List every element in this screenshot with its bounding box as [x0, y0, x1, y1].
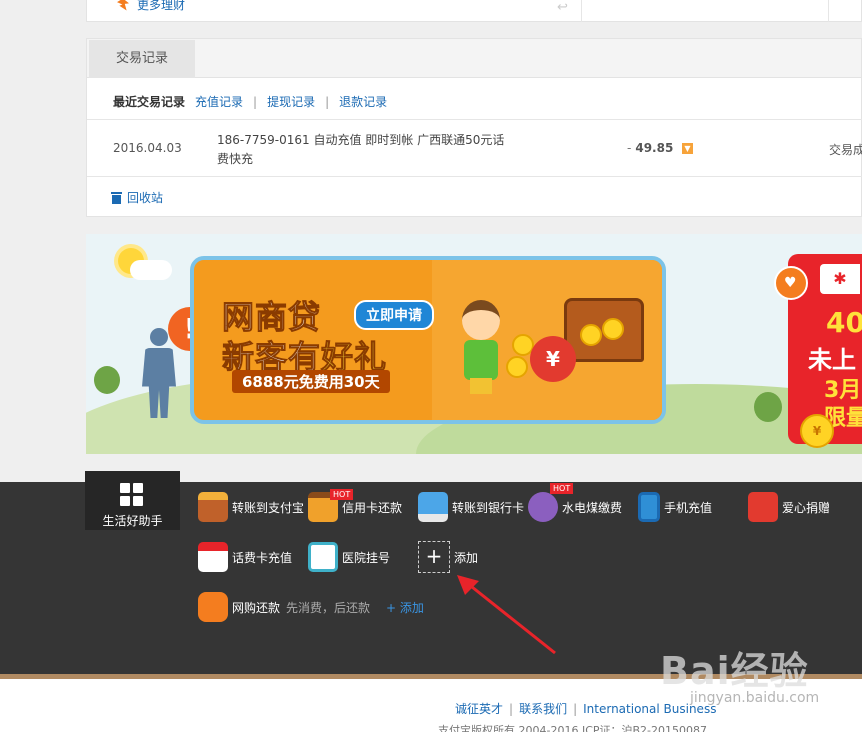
- service-transfer-alipay[interactable]: 转账到支付宝: [198, 492, 304, 522]
- coin-icon: [580, 324, 602, 346]
- service-phone-card[interactable]: 话费卡充值: [198, 542, 292, 572]
- divider: |: [325, 94, 330, 109]
- watermark-url: jingyan.baidu.com: [690, 690, 820, 706]
- service-label: 信用卡还款: [342, 500, 403, 515]
- side-promo-line: 40: [826, 306, 862, 339]
- annotation-arrow-icon: [457, 575, 556, 655]
- filter-recharge[interactable]: 充值记录: [195, 93, 243, 110]
- service-label: 医院挂号: [342, 550, 391, 565]
- add-icon: +: [418, 541, 450, 573]
- shopping-bag-icon: [198, 592, 228, 622]
- person-illustration: [142, 328, 176, 418]
- service-donation[interactable]: 爱心捐赠: [748, 492, 830, 522]
- transfer-alipay-icon: [198, 492, 228, 522]
- side-promo[interactable]: ♥ ✱ 40 未上 3月 限量 ¥: [774, 254, 862, 448]
- transaction-date: 2016.04.03: [113, 141, 182, 155]
- phone-card-icon: [198, 542, 228, 572]
- service-hospital[interactable]: 医院挂号: [308, 542, 390, 572]
- tree-icon: [754, 392, 782, 422]
- service-credit-card[interactable]: HOT 信用卡还款: [308, 489, 403, 522]
- service-label: 爱心捐赠: [782, 500, 831, 515]
- more-finance-label: 更多理财: [137, 0, 186, 12]
- heart-badge-icon: ♥: [774, 266, 808, 300]
- service-mobile-topup[interactable]: 手机充值: [638, 492, 712, 522]
- service-label: 手机充值: [664, 500, 713, 515]
- coin-icon: [602, 318, 624, 340]
- footer-link-contact[interactable]: 联系我们: [519, 702, 567, 716]
- utilities-icon: HOT: [528, 483, 574, 522]
- transaction-filter-bar: 最近交易记录 充值记录 | 提现记录 | 退款记录: [113, 93, 387, 110]
- life-helper-label: 生活好助手: [102, 514, 163, 528]
- hospital-icon: [308, 542, 338, 572]
- tree-icon: [94, 366, 120, 394]
- life-helper-tab[interactable]: 生活好助手: [85, 471, 180, 530]
- money-bag-icon: ¥: [530, 336, 576, 382]
- table-row: 2016.04.03 186-7759-0161 自动充值 即时到帐 广西联通5…: [87, 119, 862, 177]
- promo-offer: 6888元免费用30天: [232, 370, 390, 393]
- mobile-phone-icon: [638, 492, 660, 522]
- tab-transactions[interactable]: 交易记录: [89, 40, 195, 78]
- amount-sign: -: [627, 141, 632, 155]
- divider: [581, 0, 582, 22]
- bank-card-icon: [418, 492, 448, 522]
- baidu-watermark: Bai经验 jingyan.baidu.com: [660, 640, 819, 706]
- side-promo-line: 未上: [808, 346, 856, 374]
- return-icon[interactable]: ↩: [557, 0, 568, 15]
- transaction-amount: -49.85: [627, 141, 673, 155]
- expand-details-icon[interactable]: ▼: [682, 143, 693, 154]
- divider: |: [509, 702, 514, 716]
- donation-heart-icon: [748, 492, 778, 522]
- mascot-body: [464, 340, 498, 380]
- filter-refund[interactable]: 退款记录: [339, 93, 387, 110]
- transactions-card: 交易记录 最近交易记录 充值记录 | 提现记录 | 退款记录 2016.04.0…: [86, 38, 862, 217]
- service-sublabel: 先消费，后还款: [286, 600, 371, 615]
- divider: [828, 0, 829, 22]
- recycle-bin-label: 回收站: [127, 191, 164, 205]
- grid-icon: [120, 483, 144, 507]
- service-label: 网购还款: [232, 600, 281, 615]
- coin-icon: ¥: [800, 414, 834, 448]
- cloud-icon: [130, 260, 172, 280]
- hot-badge: HOT: [330, 489, 354, 500]
- service-label: 转账到银行卡: [452, 500, 525, 515]
- promo-banner[interactable]: ! 网商贷 立即申请 新客有好礼 6888元免费用30天 ¥ ♥ ✱ 40 未上…: [86, 234, 862, 454]
- transaction-description[interactable]: 186-7759-0161 自动充值 即时到帐 广西联通50元话费快充: [217, 131, 507, 169]
- copyright: 支付宝版权所有 2004-2016 ICP证：沪B2-20150087: [438, 724, 708, 732]
- filter-recent[interactable]: 最近交易记录: [113, 93, 185, 110]
- coin-icon: [506, 356, 528, 378]
- amount-value: 49.85: [635, 141, 674, 155]
- service-label: 水电煤缴费: [562, 500, 623, 515]
- service-add[interactable]: + 添加: [418, 541, 478, 573]
- top-card: 更多理财 ↩: [86, 0, 862, 22]
- mascot-head: [462, 300, 500, 340]
- finance-icon: [117, 0, 129, 11]
- divider: |: [573, 702, 578, 716]
- unicom-logo-icon: ✱: [820, 264, 860, 294]
- watermark-logo: Bai经验: [660, 649, 809, 693]
- more-finance-link[interactable]: 更多理财: [117, 0, 185, 13]
- service-transfer-bank[interactable]: 转账到银行卡: [418, 492, 524, 522]
- add-shopping-link[interactable]: + 添加: [386, 599, 424, 616]
- transaction-status: 交易成功: [829, 143, 862, 157]
- loan-promo-panel[interactable]: 网商贷 立即申请 新客有好礼 6888元免费用30天 ¥: [190, 256, 666, 424]
- footer-link-careers[interactable]: 诚征英才: [455, 702, 503, 716]
- filter-withdraw[interactable]: 提现记录: [267, 93, 315, 110]
- hot-badge: HOT: [550, 483, 574, 494]
- recycle-bin-link[interactable]: 回收站: [111, 189, 163, 206]
- divider: |: [253, 94, 258, 109]
- service-label: 转账到支付宝: [232, 500, 305, 515]
- footer-links: 诚征英才 | 联系我们 | International Business: [455, 700, 716, 717]
- transactions-tabbar: 交易记录: [87, 39, 861, 78]
- service-shopping-repay[interactable]: 网购还款 先消费，后还款 + 添加: [198, 592, 424, 622]
- apply-now-button[interactable]: 立即申请: [354, 300, 434, 330]
- service-utilities[interactable]: HOT 水电煤缴费: [528, 483, 623, 522]
- mascot-legs: [470, 378, 492, 394]
- service-label: 话费卡充值: [232, 550, 293, 565]
- credit-card-icon: HOT: [308, 489, 354, 522]
- service-label: 添加: [454, 550, 479, 565]
- trash-icon: [111, 191, 122, 204]
